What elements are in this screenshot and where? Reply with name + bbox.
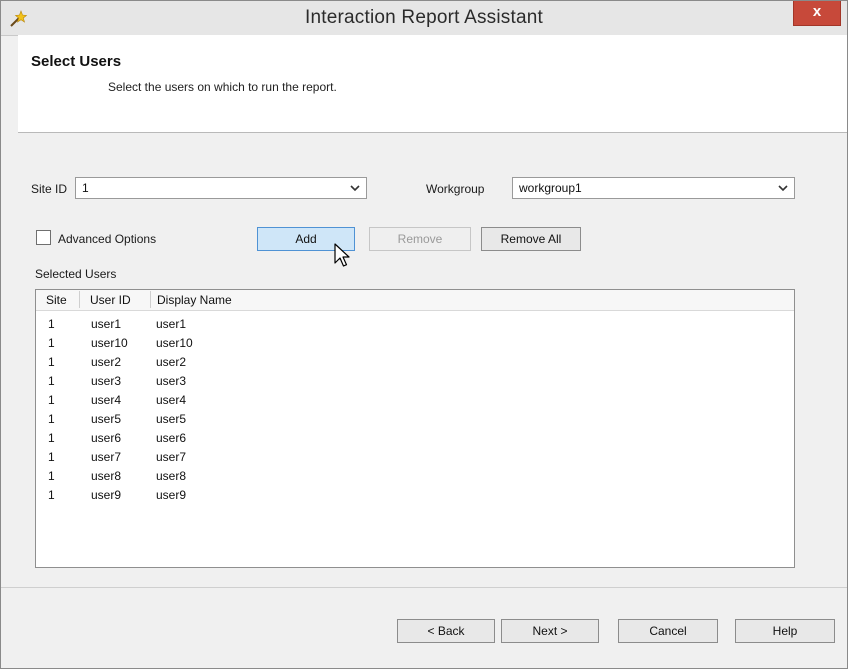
cell-user-id: user5 [91,412,122,426]
selected-users-list[interactable]: Site User ID Display Name 1 user1 user1 … [35,289,795,568]
column-divider[interactable] [79,291,80,308]
site-id-label: Site ID [31,182,68,196]
table-row[interactable]: 1 user3 user3 [36,373,794,392]
close-button[interactable]: x [793,1,841,26]
table-row[interactable]: 1 user10 user10 [36,335,794,354]
add-button[interactable]: Add [257,227,355,251]
site-id-dropdown[interactable]: 1 [75,177,367,199]
cell-display-name: user8 [156,469,187,483]
cell-user-id: user1 [91,317,122,331]
cell-user-id: user8 [91,469,122,483]
column-divider[interactable] [150,291,151,308]
cell-user-id: user4 [91,393,122,407]
cell-site: 1 [48,488,55,502]
list-header: Site User ID Display Name [36,290,794,311]
chevron-down-icon [778,185,788,192]
cell-site: 1 [48,374,55,388]
cell-display-name: user2 [156,355,187,369]
page-title: Select Users [31,53,122,70]
close-icon: x [812,3,822,20]
report-assistant-window: Interaction Report Assistant x Select Us… [0,0,848,669]
table-row[interactable]: 1 user6 user6 [36,430,794,449]
cell-display-name: user10 [156,336,193,350]
table-row[interactable]: 1 user5 user5 [36,411,794,430]
chevron-down-icon [350,185,360,192]
workgroup-label: Workgroup [426,182,485,196]
next-button[interactable]: Next > [501,619,599,643]
footer-divider [1,587,847,588]
table-row[interactable]: 1 user2 user2 [36,354,794,373]
workgroup-value: workgroup1 [519,181,582,195]
title-bar: Interaction Report Assistant x [1,1,847,36]
selected-users-label: Selected Users [35,267,117,281]
cell-site: 1 [48,393,55,407]
cell-display-name: user3 [156,374,187,388]
cell-display-name: user7 [156,450,187,464]
cancel-button[interactable]: Cancel [618,619,718,643]
remove-button[interactable]: Remove [369,227,471,251]
table-row[interactable]: 1 user1 user1 [36,316,794,335]
help-button[interactable]: Help [735,619,835,643]
cell-user-id: user2 [91,355,122,369]
cell-user-id: user7 [91,450,122,464]
window-title: Interaction Report Assistant [305,7,543,28]
cell-site: 1 [48,336,55,350]
cell-site: 1 [48,431,55,445]
table-row[interactable]: 1 user9 user9 [36,487,794,506]
advanced-options-label: Advanced Options [58,232,157,246]
remove-all-button[interactable]: Remove All [481,227,581,251]
table-row[interactable]: 1 user7 user7 [36,449,794,468]
column-header-site[interactable]: Site [46,293,67,307]
cell-user-id: user3 [91,374,122,388]
site-id-value: 1 [82,181,89,195]
table-row[interactable]: 1 user8 user8 [36,468,794,487]
cell-display-name: user4 [156,393,187,407]
cell-site: 1 [48,469,55,483]
cell-site: 1 [48,450,55,464]
page-subtitle: Select the users on which to run the rep… [108,80,337,94]
cell-site: 1 [48,412,55,426]
cell-user-id: user9 [91,488,122,502]
table-row[interactable]: 1 user4 user4 [36,392,794,411]
cell-display-name: user9 [156,488,187,502]
advanced-options-checkbox[interactable] [36,230,51,245]
cell-display-name: user1 [156,317,187,331]
column-header-user-id[interactable]: User ID [90,293,131,307]
cell-display-name: user5 [156,412,187,426]
cell-user-id: user10 [91,336,128,350]
column-header-display-name[interactable]: Display Name [157,293,232,307]
cell-user-id: user6 [91,431,122,445]
cell-site: 1 [48,317,55,331]
back-button[interactable]: < Back [397,619,495,643]
workgroup-dropdown[interactable]: workgroup1 [512,177,795,199]
cell-display-name: user6 [156,431,187,445]
cell-site: 1 [48,355,55,369]
